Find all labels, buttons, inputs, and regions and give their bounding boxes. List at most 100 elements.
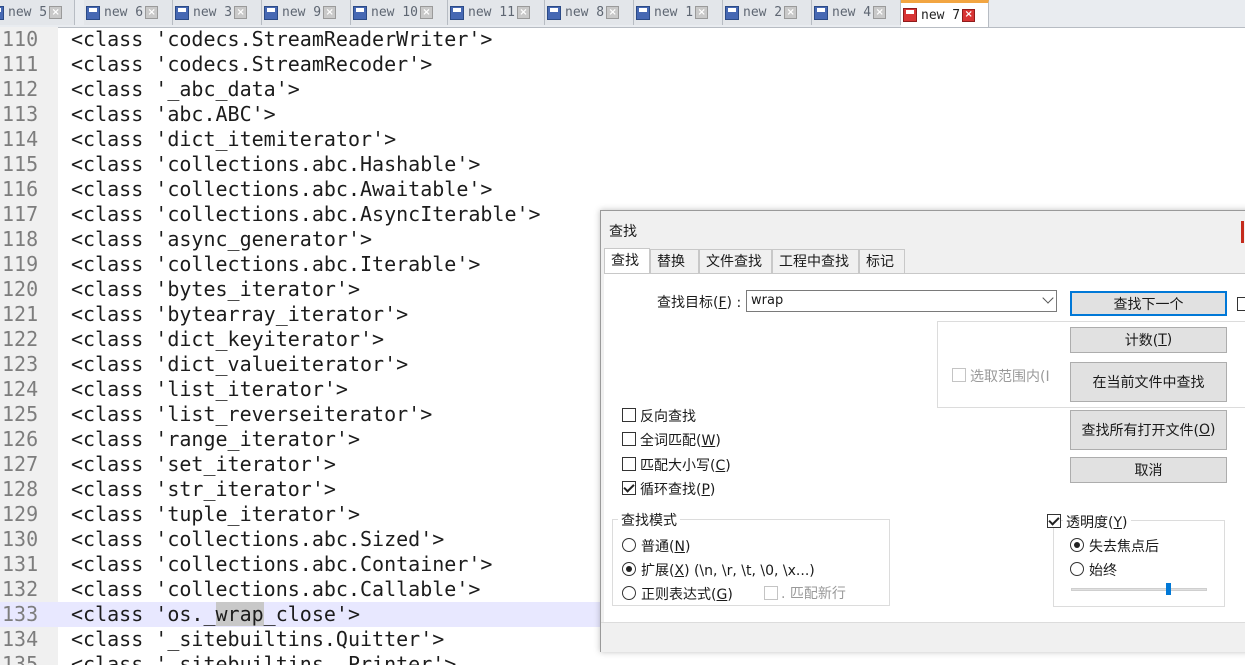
line-number: 125 [2,402,39,426]
tab-find-in-project[interactable]: 工程中查找 [772,249,859,273]
always-label: 始终 [1089,563,1117,579]
checkbox-partial[interactable] [1237,297,1245,311]
always-radio[interactable] [1070,562,1084,576]
search-input[interactable]: wrap [746,290,1057,312]
chevron-down-icon[interactable] [1042,292,1054,304]
find-next-button[interactable]: 查找下一个 [1070,291,1227,316]
mode-extended-radio[interactable] [622,562,636,576]
document-tab[interactable]: new 6 × [84,0,173,25]
code-text: <class 'async_generator'> [71,227,373,251]
match-case-checkbox[interactable] [622,457,636,471]
close-icon[interactable] [1241,221,1244,243]
line-number: 128 [2,477,39,501]
reverse-search-label: 反向查找 [640,409,696,425]
code-text: <class 'list_iterator'> [71,377,348,401]
code-text: <class 'set_iterator'> [71,452,336,476]
close-icon[interactable]: × [323,6,337,19]
slider-thumb[interactable] [1166,583,1171,595]
reverse-search-checkbox[interactable] [622,408,636,422]
wrap-around-checkbox[interactable] [622,481,636,495]
floppy-disk-icon [264,5,278,20]
close-icon[interactable]: × [962,8,976,22]
close-icon[interactable]: × [873,6,887,19]
document-tab[interactable]: new 11 × [448,0,545,25]
close-icon[interactable]: × [784,6,798,19]
on-lose-focus-label: 失去焦点后 [1089,539,1159,555]
tab-find-in-files[interactable]: 文件查找 [699,249,772,273]
code-text: <class 'bytearray_iterator'> [71,302,409,326]
transparency-slider[interactable] [1071,588,1207,591]
mode-regex-radio[interactable] [622,586,636,600]
match-case-label: 匹配大小写(C) [640,458,731,474]
code-text: <class 'os._wrap_close'> [71,602,360,627]
close-icon[interactable]: × [606,6,620,19]
code-text: <class 'list_reverseiterator'> [71,402,433,426]
close-icon[interactable]: × [49,6,63,19]
tab-label: new 9 [282,5,322,20]
code-line[interactable]: 113 <class 'abc.ABC'> [0,102,1245,127]
floppy-disk-icon [450,5,464,20]
search-label: 查找目标(F) : [657,295,742,311]
whole-word-checkbox[interactable] [622,432,636,446]
dialog-status-bar [601,622,1245,652]
document-tab[interactable]: new 9 × [262,0,351,25]
code-text: <class 'bytes_iterator'> [71,277,360,301]
find-all-open-files-button[interactable]: 查找所有打开文件(O) [1070,410,1227,450]
dot-newline-checkbox [764,586,778,600]
floppy-disk-icon [547,5,561,20]
document-tab[interactable]: new 8 × [545,0,634,25]
code-line[interactable]: 116 <class 'collections.abc.Awaitable'> [0,177,1245,202]
find-in-current-file-button[interactable]: 在当前文件中查找 [1070,362,1227,402]
close-icon[interactable]: × [234,6,248,19]
floppy-disk-icon [636,5,650,20]
code-text: <class 'collections.abc.AsyncIterable'> [71,202,541,226]
tab-label: new 6 [104,5,144,20]
close-icon[interactable]: × [516,6,530,19]
on-lose-focus-radio[interactable] [1070,538,1084,552]
tab-label: new 11 [468,5,515,20]
close-icon[interactable]: × [419,6,433,19]
code-line[interactable]: 114 <class 'dict_itemiterator'> [0,127,1245,152]
document-tab[interactable]: new 4 × [812,0,901,25]
dot-newline-label: . 匹配新行 [781,586,846,602]
code-line[interactable]: 110 <class 'codecs.StreamReaderWriter'> [0,27,1245,52]
document-tab[interactable]: new 1 × [634,0,723,25]
code-line[interactable]: 115 <class 'collections.abc.Hashable'> [0,152,1245,177]
code-line[interactable]: 111 <class 'codecs.StreamRecoder'> [0,52,1245,77]
code-text: <class '_sitebuiltins.Quitter'> [71,627,445,651]
close-icon[interactable]: × [695,6,709,19]
transparency-checkbox[interactable] [1047,514,1061,528]
line-number: 111 [2,52,39,76]
line-number: 129 [2,502,39,526]
code-line[interactable]: 135 <class '_sitebuiltins._Printer'> [0,652,1245,665]
count-button[interactable]: 计数(T) [1070,327,1227,353]
code-text: <class 'collections.abc.Callable'> [71,577,481,601]
document-tab[interactable]: new 10 × [351,0,448,25]
tab-find[interactable]: 查找 [604,248,650,274]
tab-replace[interactable]: 替换 [650,249,699,273]
in-selection-checkbox [952,368,966,382]
line-number: 120 [2,277,39,301]
cancel-button[interactable]: 取消 [1070,457,1227,483]
code-text: <class 'tuple_iterator'> [71,502,360,526]
search-value: wrap [751,293,784,308]
tab-mark[interactable]: 标记 [859,249,905,273]
document-tab[interactable]: new 3 × [173,0,262,25]
code-line[interactable]: 112 <class '_abc_data'> [0,77,1245,102]
document-tab[interactable]: new 2 × [723,0,812,25]
code-text: <class 'dict_keyiterator'> [71,327,385,351]
search-mode-legend: 查找模式 [618,510,680,530]
code-text: <class 'str_iterator'> [71,477,336,501]
code-text: <class 'collections.abc.Sized'> [71,527,445,551]
code-text: <class 'collections.abc.Awaitable'> [71,177,493,201]
document-tab[interactable]: new 5 × [0,0,75,25]
close-icon[interactable]: × [145,6,159,19]
mode-normal-radio[interactable] [622,538,636,552]
whole-word-label: 全词匹配(W) [640,433,721,449]
code-text: <class 'dict_itemiterator'> [71,127,397,151]
line-number: 132 [2,577,39,601]
line-number: 127 [2,452,39,476]
code-text: <class 'range_iterator'> [71,427,360,451]
document-tab-active[interactable]: new 7 × [901,0,989,27]
code-text: <class '_abc_data'> [71,77,300,101]
